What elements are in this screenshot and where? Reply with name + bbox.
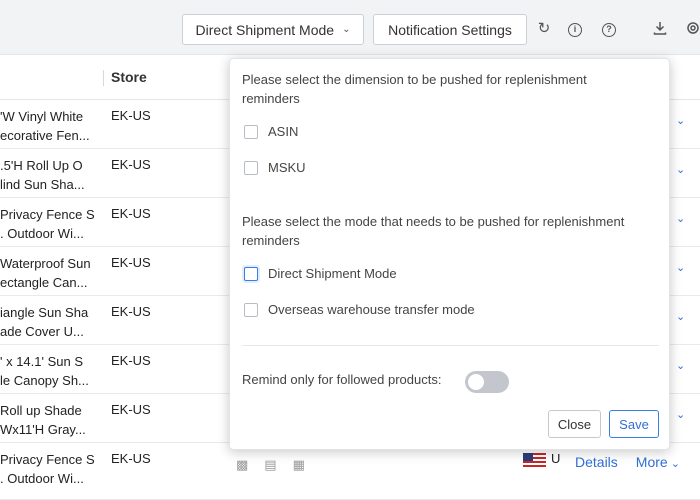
bar-chart-icon[interactable]: ▩ (236, 457, 248, 473)
product-name[interactable]: .5'H Roll Up Olind Sun Sha... (0, 156, 96, 194)
chevron-down-icon[interactable]: ⌄ (676, 408, 685, 421)
toolbar: Direct Shipment Mode ⌄ Notification Sett… (0, 0, 700, 55)
chevron-down-icon[interactable]: ⌄ (676, 359, 685, 372)
overseas-transfer-label: Overseas warehouse transfer mode (268, 302, 475, 317)
notification-settings-popover: Please select the dimension to be pushed… (229, 58, 670, 450)
column-divider (103, 70, 104, 86)
chevron-down-icon[interactable]: ⌄ (676, 114, 685, 127)
store-cell: EK-US (111, 157, 151, 172)
us-flag-icon (523, 453, 546, 467)
store-cell: EK-US (111, 451, 151, 466)
settings-icon[interactable] (684, 20, 700, 38)
asin-option[interactable]: ASIN (244, 124, 298, 139)
country-code: U (551, 451, 561, 466)
notification-settings-button[interactable]: Notification Settings (373, 14, 527, 45)
product-name[interactable]: Waterproof Sun ectangle Can... (0, 254, 96, 292)
toggle-knob (468, 374, 484, 390)
asin-label: ASIN (268, 124, 299, 139)
popover-divider (242, 345, 659, 346)
chevron-down-icon: ⌄ (342, 24, 351, 35)
mode-question: Please select the mode that needs to be … (242, 214, 625, 248)
chevron-down-icon[interactable]: ⌄ (676, 261, 685, 274)
shipment-mode-dropdown[interactable]: Direct Shipment Mode ⌄ (182, 14, 364, 45)
store-cell: EK-US (111, 304, 151, 319)
details-link[interactable]: Details (575, 454, 618, 470)
product-name[interactable]: Privacy Fence S. Outdoor Wi... (0, 205, 96, 243)
notification-settings-label: Notification Settings (388, 21, 512, 38)
chevron-down-icon: ⌄ (670, 458, 680, 470)
dimension-question: Please select the dimension to be pushed… (242, 72, 587, 106)
msku-label: MSKU (268, 160, 306, 175)
save-button[interactable]: Save (609, 410, 659, 438)
store-cell: EK-US (111, 206, 151, 221)
product-name[interactable]: iangle Sun Sha ade Cover U... (0, 303, 96, 341)
store-cell: EK-US (111, 255, 151, 270)
store-cell: EK-US (111, 353, 151, 368)
table-row: Privacy Fence S. Outdoor Wi... EK-US ▩ ▤… (0, 443, 700, 500)
product-name[interactable]: Roll up Shade Wx11'H Gray... (0, 401, 96, 439)
refresh-icon[interactable]: ↻ (535, 20, 553, 38)
remind-followed-label: Remind only for followed products: (242, 372, 442, 387)
download-icon[interactable] (651, 20, 669, 38)
shipment-mode-label: Direct Shipment Mode (195, 21, 335, 38)
chevron-down-icon[interactable]: ⌄ (676, 212, 685, 225)
msku-checkbox[interactable] (244, 160, 258, 175)
product-name[interactable]: ' x 14.1' Sun Sle Canopy Sh... (0, 352, 96, 390)
more-link[interactable]: More ⌄ (636, 454, 680, 470)
product-name[interactable]: Privacy Fence S. Outdoor Wi... (0, 450, 96, 488)
calendar-icon[interactable]: ▦ (293, 457, 305, 473)
store-column-header: Store (111, 69, 147, 85)
direct-shipment-option[interactable]: Direct Shipment Mode (244, 266, 397, 281)
chevron-down-icon[interactable]: ⌄ (676, 163, 685, 176)
line-chart-icon[interactable]: ▤ (264, 457, 276, 473)
msku-option[interactable]: MSKU (244, 160, 306, 175)
close-button[interactable]: Close (548, 410, 601, 438)
row-action-icons: ▩ ▤ ▦ (236, 457, 305, 473)
row-links: Details More ⌄ (575, 454, 680, 470)
asin-checkbox[interactable] (244, 124, 258, 139)
help-icon[interactable]: ? (602, 23, 616, 37)
remind-followed-toggle[interactable] (465, 371, 509, 393)
product-name[interactable]: 'W Vinyl White ecorative Fen... (0, 107, 96, 145)
info-icon[interactable]: i (568, 23, 582, 37)
store-cell: EK-US (111, 402, 151, 417)
store-cell: EK-US (111, 108, 151, 123)
direct-shipment-label: Direct Shipment Mode (268, 266, 397, 281)
direct-shipment-checkbox[interactable] (244, 266, 258, 281)
chevron-down-icon[interactable]: ⌄ (676, 310, 685, 323)
overseas-transfer-checkbox[interactable] (244, 302, 258, 317)
overseas-transfer-option[interactable]: Overseas warehouse transfer mode (244, 302, 475, 317)
